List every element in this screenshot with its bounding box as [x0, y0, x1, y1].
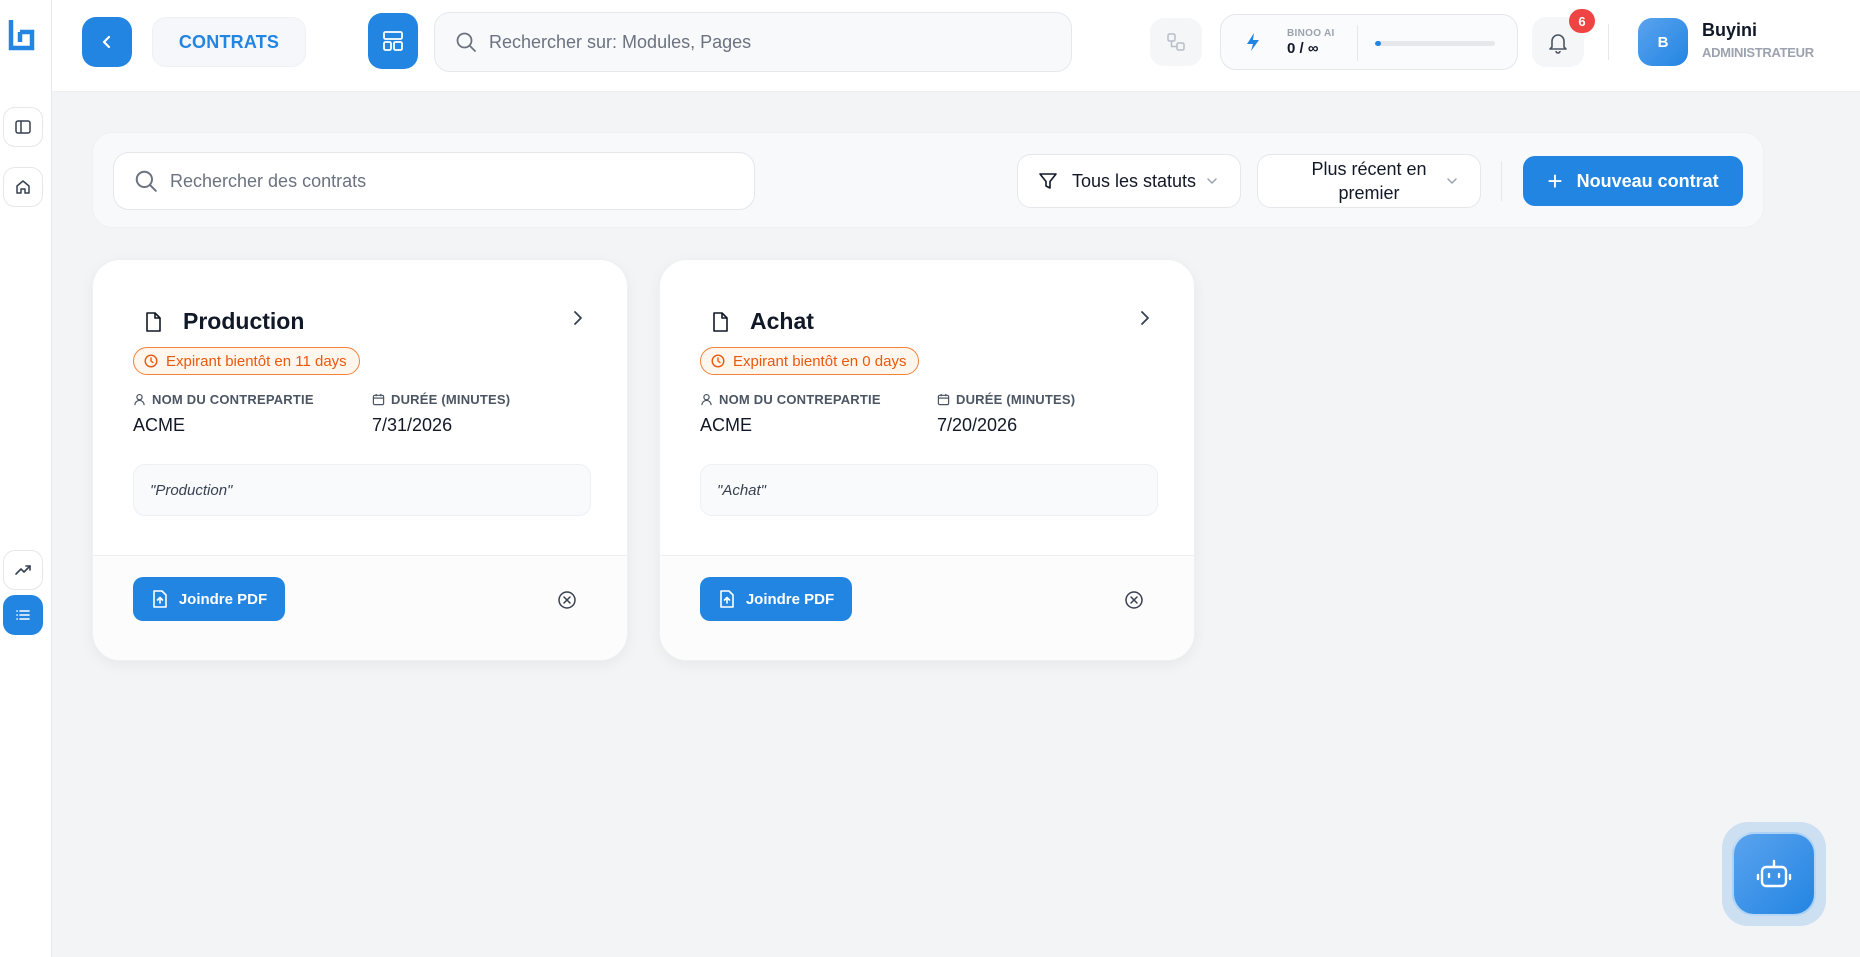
- sort-select[interactable]: Plus récent en premier: [1257, 154, 1481, 208]
- ai-usage-fill: [1375, 41, 1381, 46]
- calendar-icon: [937, 393, 950, 406]
- attach-pdf-button[interactable]: Joindre PDF: [133, 577, 285, 621]
- search-icon: [135, 170, 157, 192]
- list-icon: [16, 610, 30, 620]
- ai-usage-widget[interactable]: BINOO AI 0 / ∞: [1220, 14, 1518, 70]
- chevron-down-icon: [1447, 178, 1457, 185]
- bolt-icon: [1247, 33, 1259, 51]
- sidebar: [0, 0, 52, 957]
- contract-card[interactable]: Achat Expirant bientôt en 0 days NOM DU …: [659, 259, 1195, 661]
- contract-title: Achat: [750, 308, 814, 334]
- global-search-input[interactable]: [489, 31, 1049, 53]
- avatar[interactable]: B: [1638, 18, 1688, 66]
- counterparty-label-text: NOM DU CONTREPARTIE: [152, 392, 314, 407]
- layout-switch-button[interactable]: [368, 13, 418, 69]
- ai-label: BINOO AI: [1287, 28, 1335, 39]
- document-icon: [146, 312, 161, 332]
- sort-label: Plus récent en premier: [1311, 159, 1427, 203]
- attach-pdf-button[interactable]: Joindre PDF: [700, 577, 852, 621]
- header-divider: [1608, 24, 1609, 60]
- bot-icon: [1756, 859, 1792, 888]
- card-footer: Joindre PDF: [93, 555, 627, 660]
- new-contract-label: Nouveau contrat: [1576, 170, 1719, 191]
- chevron-down-icon: [1207, 178, 1217, 185]
- counterparty-value: ACME: [133, 415, 186, 435]
- file-upload-icon: [153, 590, 167, 608]
- status-filter-select[interactable]: Tous les statuts: [1017, 154, 1241, 208]
- duration-label-text: DURÉE (MINUTES): [956, 392, 1076, 407]
- remove-contract-button[interactable]: [1124, 590, 1144, 610]
- duration-value: 7/20/2026: [937, 415, 1018, 435]
- contract-note: "Production": [133, 464, 591, 516]
- ai-assistant-inner: [1732, 832, 1816, 916]
- duration-label: DURÉE (MINUTES): [937, 392, 1075, 407]
- new-contract-button[interactable]: + Nouveau contrat: [1523, 156, 1743, 206]
- counterparty-label: NOM DU CONTREPARTIE: [133, 392, 314, 407]
- clock-icon: [144, 354, 158, 368]
- home-button[interactable]: [3, 167, 43, 207]
- file-upload-icon: [720, 590, 734, 608]
- filter-icon: [1039, 173, 1057, 189]
- counterparty-label: NOM DU CONTREPARTIE: [700, 392, 881, 407]
- bell-icon: [1549, 34, 1567, 54]
- ai-assistant-button[interactable]: [1722, 822, 1826, 926]
- status-filter-label: Tous les statuts: [1072, 170, 1197, 191]
- close-circle-icon: [558, 591, 576, 609]
- switch-icon: [1167, 33, 1185, 51]
- contracts-toolbar: Tous les statuts Plus récent en premier …: [92, 132, 1764, 228]
- sidebar-toggle-button[interactable]: [3, 107, 43, 147]
- contract-card[interactable]: Production Expirant bientôt en 11 days N…: [92, 259, 628, 661]
- trending-up-icon: [15, 565, 31, 575]
- ai-count: 0 / ∞: [1287, 40, 1319, 57]
- layout-icon: [383, 31, 403, 51]
- remove-contract-button[interactable]: [557, 590, 577, 610]
- toolbar-divider: [1501, 161, 1502, 201]
- ai-usage-bar: [1375, 41, 1495, 46]
- workspace-switch-button[interactable]: [1150, 18, 1202, 66]
- user-role: ADMINISTRATEUR: [1702, 45, 1814, 60]
- search-icon: [456, 32, 476, 52]
- contract-note: "Achat": [700, 464, 1158, 516]
- chevron-right-icon[interactable]: [569, 309, 587, 327]
- counterparty-label-text: NOM DU CONTREPARTIE: [719, 392, 881, 407]
- contracts-list-button[interactable]: [3, 595, 43, 635]
- home-icon: [16, 180, 30, 194]
- document-icon: [713, 312, 728, 332]
- user-name[interactable]: Buyini: [1702, 20, 1757, 41]
- duration-label-text: DURÉE (MINUTES): [391, 392, 511, 407]
- global-search: [434, 12, 1072, 72]
- clock-icon: [711, 354, 725, 368]
- duration-value: 7/31/2026: [372, 415, 453, 435]
- notifications-badge: 6: [1569, 9, 1595, 33]
- chevron-right-icon[interactable]: [1136, 309, 1154, 327]
- contract-search: [113, 152, 755, 210]
- back-button[interactable]: [82, 17, 132, 67]
- app-logo[interactable]: [8, 18, 36, 54]
- expiry-badge-text: Expirant bientôt en 0 days: [733, 352, 907, 370]
- analytics-button[interactable]: [3, 550, 43, 590]
- expiry-badge: Expirant bientôt en 11 days: [133, 347, 360, 375]
- plus-icon: +: [1547, 166, 1563, 196]
- contract-title: Production: [183, 308, 305, 334]
- card-footer: Joindre PDF: [660, 555, 1194, 660]
- calendar-icon: [372, 393, 385, 406]
- user-icon: [701, 393, 712, 406]
- top-header: CONTRATS BINOO AI 0 / ∞ 6 B Buyini ADMIN…: [52, 0, 1860, 92]
- user-icon: [134, 393, 145, 406]
- attach-pdf-label: Joindre PDF: [745, 590, 835, 608]
- chevron-left-icon: [102, 35, 111, 49]
- expiry-badge-text: Expirant bientôt en 11 days: [166, 352, 347, 370]
- sidebar-toggle-icon: [15, 120, 31, 134]
- ai-divider: [1357, 25, 1358, 61]
- contract-search-input[interactable]: [170, 170, 730, 192]
- counterparty-value: ACME: [700, 415, 753, 435]
- duration-label: DURÉE (MINUTES): [372, 392, 510, 407]
- attach-pdf-label: Joindre PDF: [178, 590, 268, 608]
- close-circle-icon: [1125, 591, 1143, 609]
- expiry-badge: Expirant bientôt en 0 days: [700, 347, 920, 375]
- breadcrumb[interactable]: CONTRATS: [152, 17, 306, 67]
